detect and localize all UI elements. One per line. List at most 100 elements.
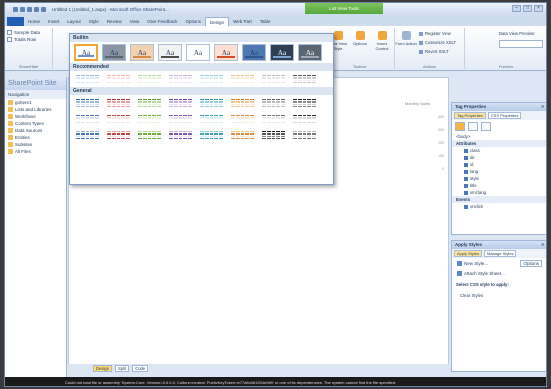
- attributes-header[interactable]: Attributes: [452, 140, 546, 147]
- table-style-thumbnail[interactable]: [74, 97, 101, 109]
- table-style-thumbnail[interactable]: [260, 97, 287, 109]
- table-style-thumbnail[interactable]: [105, 129, 132, 141]
- table-style-thumbnail[interactable]: [136, 129, 163, 141]
- tab-style[interactable]: Style: [85, 17, 103, 26]
- events-header[interactable]: Events: [452, 196, 546, 203]
- nav-item-entities[interactable]: Entities: [5, 134, 66, 141]
- preview-icon[interactable]: [41, 6, 46, 12]
- totals-row-checkbox[interactable]: Totals Row: [7, 37, 50, 42]
- table-style-thumbnail[interactable]: [291, 73, 318, 85]
- table-style-thumbnail[interactable]: [229, 97, 256, 109]
- table-style-thumbnail[interactable]: [291, 129, 318, 141]
- save-icon[interactable]: [20, 6, 25, 12]
- close-icon[interactable]: ×: [534, 5, 543, 12]
- attribute-row[interactable]: title: [452, 182, 546, 189]
- attribute-row[interactable]: style: [452, 175, 546, 182]
- table-style-thumbnail[interactable]: [74, 129, 101, 141]
- table-style-thumbnail[interactable]: [74, 73, 101, 85]
- tab-table[interactable]: Table: [256, 17, 275, 26]
- tab-insert[interactable]: Insert: [44, 17, 63, 26]
- table-style-thumbnail[interactable]: [260, 73, 287, 85]
- undo-icon[interactable]: [27, 6, 32, 12]
- insert-control-button[interactable]: Insert Control: [371, 31, 393, 51]
- builtin-style-thumbnail[interactable]: Aa: [298, 44, 322, 61]
- tab-tag-properties[interactable]: Tag Properties: [454, 112, 486, 119]
- attribute-row[interactable]: class: [452, 147, 546, 154]
- table-style-thumbnail[interactable]: [167, 129, 194, 141]
- tab-apply-styles[interactable]: Apply Styles: [454, 250, 483, 257]
- table-style-thumbnail[interactable]: [260, 113, 287, 125]
- table-style-thumbnail[interactable]: [260, 129, 287, 141]
- attribute-row[interactable]: xml:lang: [452, 189, 546, 196]
- nav-item-subsites[interactable]: Subsites: [5, 141, 66, 148]
- attribute-row[interactable]: id: [452, 161, 546, 168]
- view-tab-split[interactable]: Split: [115, 365, 130, 372]
- nav-item-workflows[interactable]: Workflows: [5, 113, 66, 120]
- table-style-thumbnail[interactable]: [167, 73, 194, 85]
- view-tab-code[interactable]: Code: [132, 365, 149, 372]
- clear-styles-item[interactable]: Clear Styles: [452, 292, 546, 299]
- tab-design[interactable]: Design: [205, 17, 230, 26]
- data-view-preview-dropdown[interactable]: [499, 40, 543, 48]
- tab-css-properties[interactable]: CSS Properties: [487, 112, 522, 119]
- nav-item-gohere1[interactable]: gohere1: [5, 99, 66, 106]
- revert-xslt-button[interactable]: Revert XSLT: [419, 49, 449, 54]
- table-style-thumbnail[interactable]: [105, 73, 132, 85]
- table-style-thumbnail[interactable]: [198, 97, 225, 109]
- sort-az-icon[interactable]: [468, 122, 478, 131]
- new-style-link[interactable]: New Style... Options: [452, 258, 546, 269]
- table-style-thumbnail[interactable]: [74, 113, 101, 125]
- table-style-thumbnail[interactable]: [229, 113, 256, 125]
- tab-give-feedback[interactable]: Give Feedback: [143, 17, 181, 26]
- builtin-style-thumbnail[interactable]: Aa: [158, 44, 182, 61]
- event-row[interactable]: onclick: [452, 203, 546, 210]
- builtin-style-thumbnail[interactable]: Aa: [186, 44, 210, 61]
- nav-item-lists-and-libraries[interactable]: Lists and Libraries: [5, 106, 66, 113]
- attach-style-sheet-link[interactable]: Attach Style Sheet...: [452, 269, 546, 278]
- builtin-style-thumbnail[interactable]: Aa: [130, 44, 154, 61]
- redo-icon[interactable]: [34, 6, 39, 12]
- panel-close-icon[interactable]: ×: [541, 241, 544, 249]
- tab-view[interactable]: View: [126, 17, 144, 26]
- tab-web-part[interactable]: Web Part: [229, 17, 256, 26]
- builtin-style-thumbnail[interactable]: Aa: [102, 44, 126, 61]
- attribute-row[interactable]: dir: [452, 154, 546, 161]
- nav-item-content-types[interactable]: Content Types: [5, 120, 66, 127]
- options-dropdown[interactable]: Options: [520, 260, 542, 267]
- sample-data-checkbox[interactable]: Sample Data: [7, 30, 50, 35]
- tab-layout[interactable]: Layout: [63, 17, 85, 26]
- attribute-row[interactable]: lang: [452, 168, 546, 175]
- table-style-thumbnail[interactable]: [105, 97, 132, 109]
- table-style-thumbnail[interactable]: [105, 113, 132, 125]
- categorized-icon[interactable]: [455, 122, 465, 131]
- panel-close-icon[interactable]: ×: [541, 103, 544, 111]
- app-logo-icon[interactable]: [13, 6, 18, 12]
- tab-home[interactable]: Home: [24, 17, 44, 26]
- table-style-thumbnail[interactable]: [291, 113, 318, 125]
- table-style-thumbnail[interactable]: [198, 129, 225, 141]
- table-style-thumbnail[interactable]: [136, 73, 163, 85]
- table-style-thumbnail[interactable]: [167, 97, 194, 109]
- table-style-thumbnail[interactable]: [198, 73, 225, 85]
- table-style-thumbnail[interactable]: [291, 97, 318, 109]
- table-style-thumbnail[interactable]: [229, 73, 256, 85]
- table-style-thumbnail[interactable]: [229, 129, 256, 141]
- tab-options[interactable]: Options: [182, 17, 206, 26]
- view-tab-design[interactable]: Design: [93, 365, 113, 372]
- table-style-thumbnail[interactable]: [136, 113, 163, 125]
- builtin-style-thumbnail[interactable]: Aa: [74, 44, 98, 61]
- builtin-style-thumbnail[interactable]: Aa: [214, 44, 238, 61]
- options-button[interactable]: Options: [349, 31, 371, 46]
- customize-xslt-button[interactable]: Customize XSLT: [419, 40, 456, 45]
- tab-manage-styles[interactable]: Manage Styles: [484, 250, 517, 257]
- show-set-properties-icon[interactable]: [481, 122, 491, 131]
- minimize-icon[interactable]: –: [512, 5, 521, 12]
- maximize-icon[interactable]: □: [523, 5, 532, 12]
- builtin-style-thumbnail[interactable]: Aa: [270, 44, 294, 61]
- nav-item-data-sources[interactable]: Data Sources: [5, 127, 66, 134]
- form-action-button[interactable]: Form Action: [395, 31, 417, 46]
- file-menu-button[interactable]: [7, 17, 24, 26]
- register-view-button[interactable]: Register View: [419, 31, 451, 36]
- builtin-style-thumbnail[interactable]: Aa: [242, 44, 266, 61]
- table-style-thumbnail[interactable]: [198, 113, 225, 125]
